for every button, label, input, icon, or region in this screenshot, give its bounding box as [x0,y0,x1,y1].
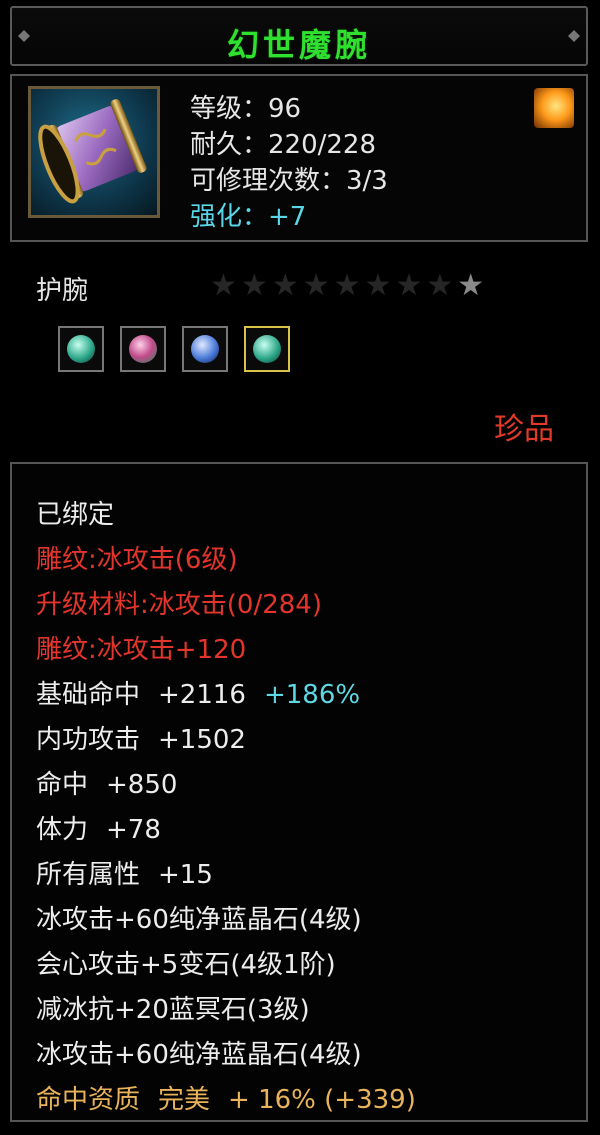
star-icon: ★ [364,268,396,303]
item-name: 幻世魔腕 [226,26,371,64]
aptitude-label: 命中资质 [36,1085,141,1115]
gem-socket[interactable] [182,326,228,372]
gem-bonus-line: 冰攻击+60纯净蓝晶石(4级) [36,1040,362,1070]
inner-attack-value: +1502 [158,725,246,755]
inner-attack-label: 内功攻击 [36,725,141,755]
gem-socket[interactable] [120,326,166,372]
jade-gem-icon [253,335,281,363]
gem-bonus-line: 会心攻击+5变石(4级1阶) [36,950,336,980]
stamina-value: +78 [106,815,161,845]
aptitude-line: 命中资质 完美 + 16% (+339) [36,1079,416,1116]
item-type: 护腕 [36,276,89,306]
engrave-bonus-line: 雕纹:冰攻击+120 [36,635,247,665]
level-stat: 等级：96 [190,94,302,124]
sapphire-gem-icon [191,335,219,363]
upgrade-material-line: 升级材料:冰攻击(0/284) [36,590,322,620]
base-hit-value: +2116 [158,680,246,710]
item-icon [28,86,160,218]
stamina-label: 体力 [36,815,89,845]
aptitude-value: + 16% (+339) [228,1085,416,1115]
hit-value: +850 [106,770,178,800]
item-summary-panel: 等级：96 耐久：220/228 可修理次数：3/3 强化：+7 [10,74,588,242]
all-attributes-line: 所有属性 +15 [36,854,213,891]
engrave-line: 雕纹:冰攻击(6级) [36,545,238,575]
gem-bonus-line: 减冰抗+20蓝冥石(3级) [36,995,310,1025]
star-icon: ★ [333,268,365,303]
star-icon: ★ [210,268,241,303]
base-hit-label: 基础命中 [36,680,141,710]
inner-attack-line: 内功攻击 +1502 [36,719,246,756]
aptitude-grade: 完美 [158,1085,211,1115]
hit-line: 命中 +850 [36,764,177,801]
item-tooltip: 幻世魔腕 等级：96 耐久：220/228 可修理次数：3/3 强化：+7 护腕… [0,0,600,1135]
rarity-label: 珍品 [494,412,554,447]
hit-label: 命中 [36,770,89,800]
base-hit-line: 基础命中 +2116 +186% [36,674,360,711]
star-icon: ★ [457,268,489,303]
flame-icon [534,88,574,128]
star-rating: ★★★★★★★★★ [210,268,488,303]
jade-gem-icon [67,335,95,363]
gem-socket[interactable] [58,326,104,372]
title-bar: 幻世魔腕 [10,6,588,66]
repair-count-stat: 可修理次数：3/3 [190,166,388,196]
star-icon: ★ [271,268,303,303]
star-icon: ★ [426,268,458,303]
durability-stat: 耐久：220/228 [190,130,377,160]
base-hit-pct: +186% [263,680,361,710]
gem-bonus-line: 冰攻击+60纯净蓝晶石(4级) [36,905,362,935]
bound-status: 已绑定 [36,500,115,530]
all-attributes-label: 所有属性 [36,860,141,890]
star-icon: ★ [395,268,427,303]
enhance-stat: 强化：+7 [190,202,307,232]
all-attributes-value: +15 [158,860,213,890]
star-icon: ★ [240,268,272,303]
stamina-line: 体力 +78 [36,809,161,846]
bracer-icon [38,99,147,204]
star-icon: ★ [302,268,334,303]
ruby-gem-icon [129,335,157,363]
gem-socket[interactable] [244,326,290,372]
